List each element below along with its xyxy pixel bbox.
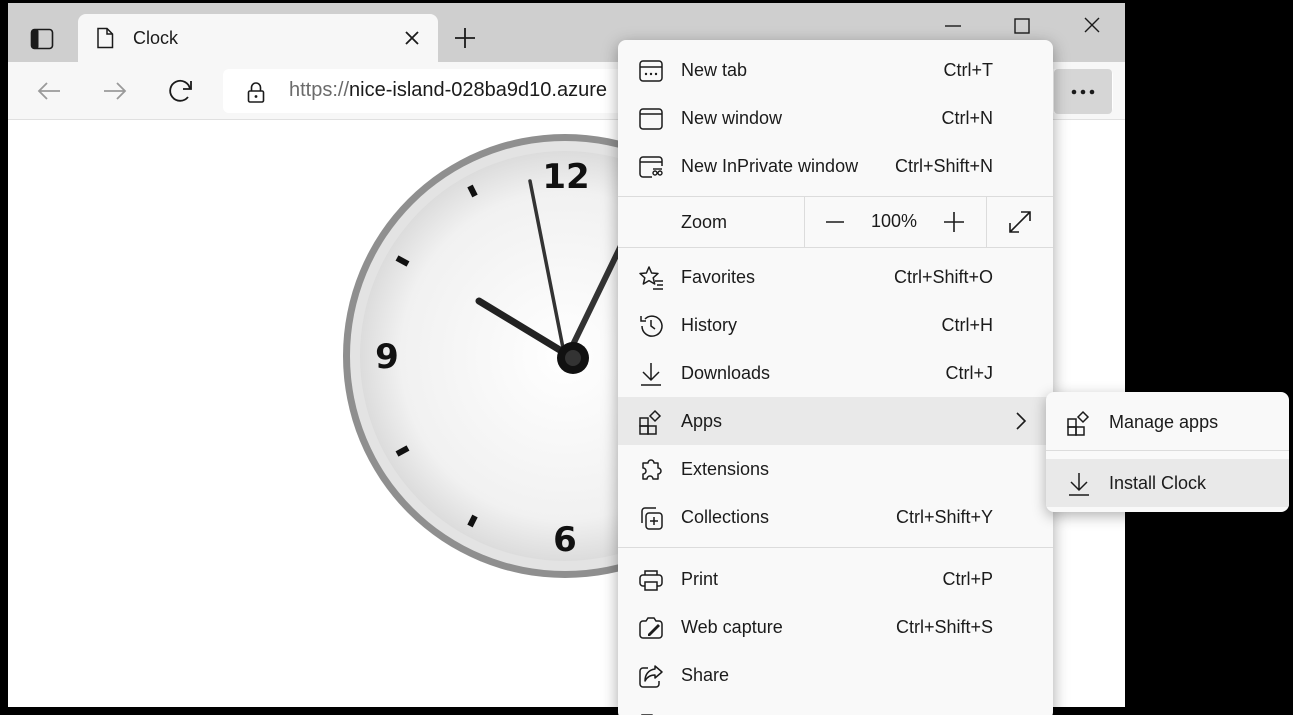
zoom-divider [986, 197, 987, 247]
download-icon [638, 361, 664, 387]
clock-number-9: 9 [375, 337, 399, 377]
zoom-in-button[interactable] [941, 209, 967, 235]
back-button[interactable] [34, 76, 64, 106]
menu-item-label: Web capture [681, 617, 783, 637]
menu-item-share[interactable]: Share [618, 651, 1053, 699]
menu-item-history[interactable]: History Ctrl+H [618, 301, 1053, 349]
menu-item-label: New window [681, 108, 783, 128]
menu-item-favorites[interactable]: Favorites Ctrl+Shift+O [618, 253, 1053, 301]
menu-item-label: History [681, 315, 738, 335]
url-protocol: https:// [289, 79, 350, 101]
submenu-item-label: Manage apps [1109, 412, 1219, 432]
share-icon [638, 663, 664, 689]
new-window-icon [638, 106, 664, 132]
minimize-button[interactable] [938, 11, 968, 41]
menu-item-apps[interactable]: Apps [618, 397, 1053, 445]
page-icon [96, 27, 114, 49]
menu-item-shortcut: Ctrl+Shift+Y [895, 507, 993, 527]
menu-item-label: Apps [681, 411, 723, 431]
submenu-item-install-app[interactable]: Install Clock [1046, 459, 1289, 507]
history-icon [638, 313, 664, 339]
zoom-value: 100% [870, 211, 918, 231]
maximize-button[interactable] [1007, 11, 1037, 41]
settings-menu: New tab Ctrl+T New window Ctrl+N New InP… [618, 40, 1053, 715]
menu-item-downloads[interactable]: Downloads Ctrl+J [618, 349, 1053, 397]
close-icon[interactable] [402, 28, 422, 48]
web-capture-icon [638, 615, 664, 641]
refresh-icon [169, 79, 192, 102]
zoom-divider [804, 197, 805, 247]
zoom-row: Zoom 100% [618, 197, 1053, 247]
zoom-out-button[interactable] [822, 209, 848, 235]
fullscreen-button[interactable] [1006, 208, 1034, 236]
url-text: https://nice-island-028ba9d10.azure [289, 79, 607, 102]
maximize-icon [1014, 18, 1030, 34]
download-icon [1066, 471, 1092, 497]
tab-clock[interactable]: Clock [78, 14, 438, 62]
menu-item-shortcut: Ctrl+P [942, 569, 993, 589]
chevron-right-icon [1011, 411, 1031, 431]
clock-number-12: 12 [542, 157, 589, 197]
menu-item-print[interactable]: Print Ctrl+P [618, 555, 1053, 603]
collections-icon [638, 505, 664, 531]
more-dots-icon [1071, 89, 1095, 94]
apps-submenu: Manage apps Install Clock [1046, 392, 1289, 512]
new-tab-icon [638, 58, 664, 84]
apps-icon [1066, 410, 1092, 436]
menu-item-new-window[interactable]: New window Ctrl+N [618, 94, 1053, 142]
close-icon [1084, 17, 1100, 33]
tab-actions-icon[interactable] [20, 20, 64, 58]
zoom-label: Zoom [681, 212, 728, 232]
menu-item-shortcut: Ctrl+T [943, 60, 994, 80]
minimize-icon [945, 25, 961, 27]
menu-item-extensions[interactable]: Extensions [618, 445, 1053, 493]
menu-item-partial[interactable] [618, 699, 1053, 715]
expand-icon [1009, 211, 1031, 233]
menu-item-label: Share [681, 665, 730, 685]
print-icon [638, 567, 664, 593]
menu-item-new-tab[interactable]: New tab Ctrl+T [618, 46, 1053, 94]
menu-item-label: New tab [681, 60, 748, 80]
menu-item-label: Downloads [681, 363, 771, 383]
plus-icon [455, 28, 475, 48]
menu-item-label: Collections [681, 507, 770, 527]
url-host: nice-island-028ba9d10.azure [349, 79, 607, 101]
forward-arrow-icon [104, 82, 127, 100]
settings-and-more-button[interactable] [1054, 69, 1112, 114]
forward-button[interactable] [100, 76, 130, 106]
menu-item-label: Favorites [681, 267, 756, 287]
tab-title: Clock [133, 28, 179, 48]
submenu-item-label: Install Clock [1109, 473, 1207, 493]
favorites-star-icon [638, 265, 664, 291]
menu-item-shortcut: Ctrl+Shift+S [895, 617, 993, 637]
window-close-button[interactable] [1077, 11, 1107, 41]
menu-divider [618, 247, 1053, 248]
extensions-puzzle-icon [638, 457, 664, 483]
submenu-item-manage-apps[interactable]: Manage apps [1046, 398, 1289, 446]
plus-icon [944, 212, 964, 232]
menu-item-shortcut: Ctrl+J [945, 363, 993, 383]
menu-item-shortcut: Ctrl+Shift+O [893, 267, 993, 287]
clock-number-6: 6 [553, 520, 577, 560]
menu-item-label: Print [681, 569, 719, 589]
menu-item-new-inprivate-window[interactable]: New InPrivate window Ctrl+Shift+N [618, 142, 1053, 190]
menu-divider [618, 547, 1053, 548]
menu-item-label: New InPrivate window [681, 156, 859, 176]
new-tab-button[interactable] [452, 25, 478, 51]
minus-icon [826, 221, 844, 223]
menu-item-shortcut: Ctrl+H [941, 315, 993, 335]
back-arrow-icon [37, 82, 60, 100]
menu-item-shortcut: Ctrl+N [941, 108, 993, 128]
menu-item-collections[interactable]: Collections Ctrl+Shift+Y [618, 493, 1053, 541]
menu-item-shortcut: Ctrl+Shift+N [894, 156, 993, 176]
menu-item-web-capture[interactable]: Web capture Ctrl+Shift+S [618, 603, 1053, 651]
lock-icon[interactable] [247, 81, 265, 103]
find-on-page-icon [638, 711, 664, 715]
apps-icon [638, 409, 664, 435]
inprivate-icon [638, 154, 664, 180]
submenu-divider [1046, 450, 1289, 451]
refresh-button[interactable] [166, 76, 196, 106]
menu-item-label: Extensions [681, 459, 770, 479]
